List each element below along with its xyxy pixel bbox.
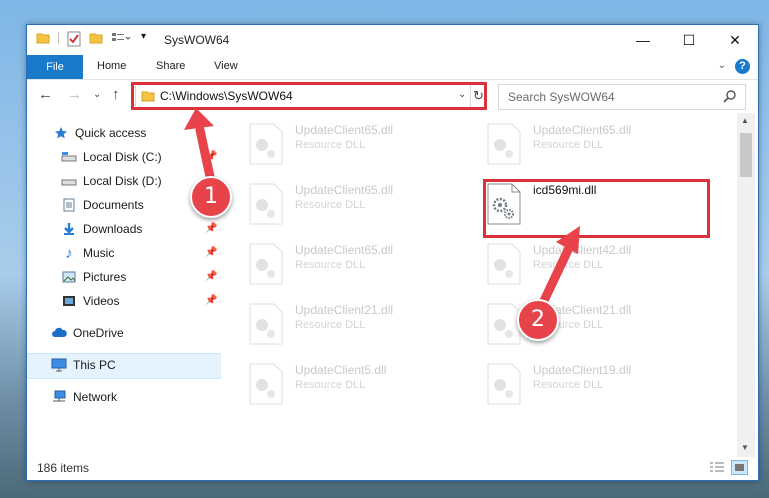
step-2-badge: 2 [517,299,559,341]
arrow-2 [537,245,573,310]
arrow-1-head [184,108,214,130]
annotation-arrows [184,108,580,310]
step-1-badge: 1 [190,176,232,218]
